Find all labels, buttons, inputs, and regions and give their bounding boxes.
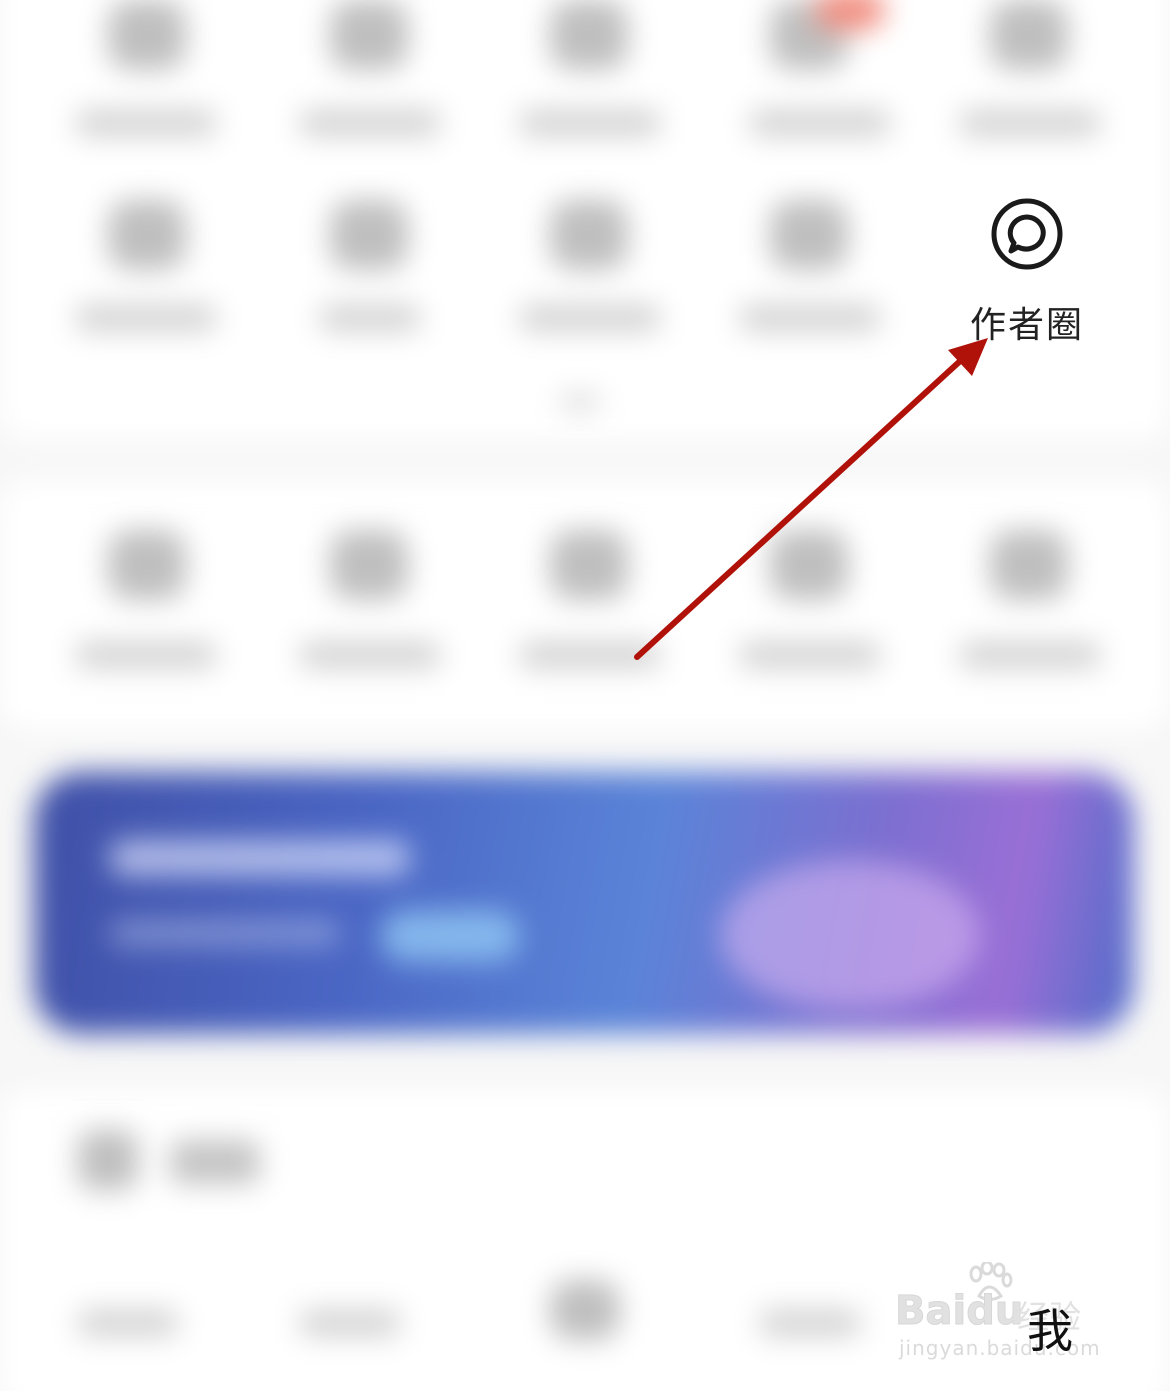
- tool-icon: [330, 200, 408, 270]
- banner-button[interactable]: [380, 910, 520, 962]
- service-label: [960, 642, 1100, 668]
- tool-icon: [770, 200, 848, 270]
- tab-me[interactable]: 我: [1010, 1295, 1090, 1361]
- tool-label: [740, 305, 880, 331]
- tool-label: [300, 110, 440, 136]
- tool-label: [520, 110, 660, 136]
- tool-label: [320, 305, 420, 331]
- service-icon: [990, 530, 1068, 600]
- services-card: [0, 480, 1170, 730]
- tool-icon: [108, 200, 186, 270]
- item-label: [78, 1310, 178, 1336]
- tool-icon: [990, 0, 1068, 70]
- tool-label: [76, 305, 216, 331]
- tool-label: [520, 305, 660, 331]
- service-icon: [770, 530, 848, 600]
- tool-icon: [330, 0, 408, 70]
- promo-banner[interactable]: [34, 772, 1134, 1034]
- tool-label: [76, 110, 216, 136]
- service-label: [76, 642, 216, 668]
- tool-icon: [550, 0, 628, 70]
- banner-subtitle: [110, 920, 340, 946]
- item-label: [300, 1310, 400, 1336]
- tool-label: [750, 110, 890, 136]
- section-title: [170, 1140, 260, 1184]
- service-icon: [108, 530, 186, 600]
- tool-icon: [550, 200, 628, 270]
- chat-bubble-circle-icon: [991, 198, 1063, 270]
- tool-icon: [108, 0, 186, 70]
- watermark-text: Baidu: [894, 1288, 1024, 1335]
- notification-badge: [815, 0, 885, 30]
- page-indicator: [560, 395, 600, 409]
- banner-title: [110, 840, 410, 876]
- banner-glow: [720, 860, 980, 1010]
- service-label: [300, 642, 440, 668]
- service-icon: [330, 530, 408, 600]
- service-label: [740, 642, 880, 668]
- author-circle-label: 作者圈: [969, 305, 1084, 346]
- service-label: [520, 642, 660, 668]
- section-icon: [78, 1130, 138, 1190]
- item-label: [760, 1310, 860, 1336]
- service-icon: [550, 530, 628, 600]
- tool-label: [960, 110, 1100, 136]
- item-icon: [550, 1280, 620, 1340]
- app-screen: 作者圈 Baidu 经验 jingyan.baidu.com 我: [0, 0, 1170, 1391]
